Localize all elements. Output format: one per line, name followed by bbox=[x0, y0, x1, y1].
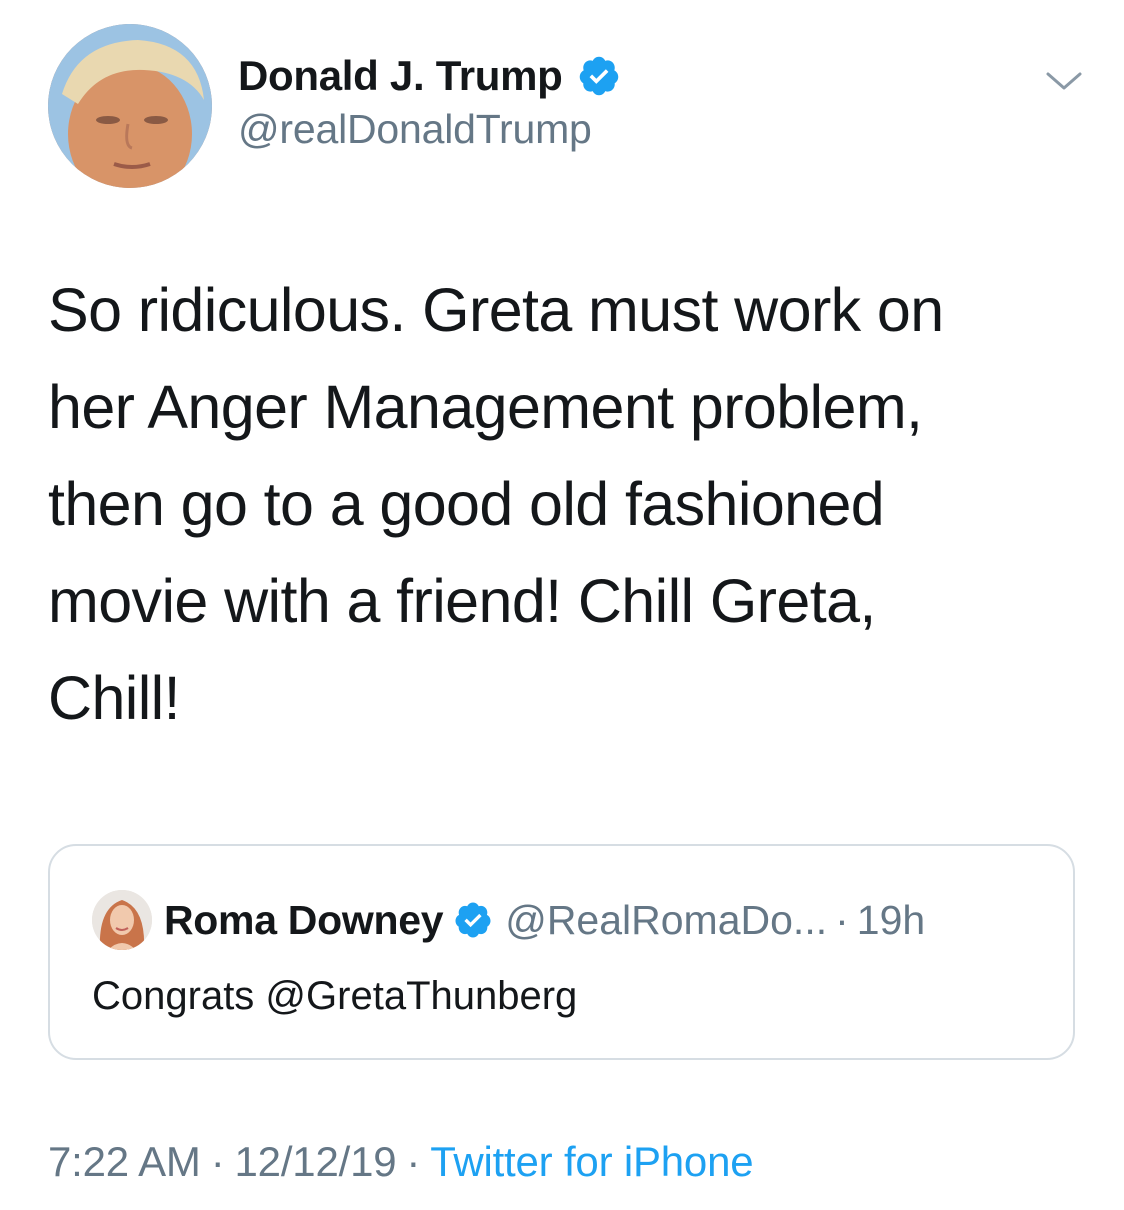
tweet-source-link[interactable]: Twitter for iPhone bbox=[430, 1138, 753, 1185]
quoted-tweet-text: Congrats @GretaThunberg bbox=[92, 974, 578, 1018]
tweet-body: So ridiculous. Greta must work on her An… bbox=[48, 262, 1068, 747]
quoted-tweet-card[interactable]: Roma Downey @RealRomaDo... · 19h Congrat… bbox=[48, 844, 1075, 1060]
author-display-name[interactable]: Donald J. Trump bbox=[238, 52, 563, 100]
tweet-line: So ridiculous. Greta must work on bbox=[48, 276, 944, 344]
tweet-line: her Anger Management problem, bbox=[48, 373, 923, 441]
separator-dot: · bbox=[835, 896, 849, 943]
author-avatar[interactable] bbox=[48, 24, 212, 188]
tweet-line: movie with a friend! Chill Greta, bbox=[48, 567, 876, 635]
tweet-meta: 7:22 AM · 12/12/19 · Twitter for iPhone bbox=[48, 1138, 754, 1186]
separator-dot: · bbox=[210, 1138, 225, 1185]
quoted-author-handle: @RealRomaDo... bbox=[505, 896, 828, 943]
author-name-row[interactable]: Donald J. Trump bbox=[238, 44, 621, 108]
author-handle[interactable]: @realDonaldTrump bbox=[238, 106, 592, 153]
tweet-date: 12/12/19 bbox=[234, 1138, 397, 1185]
chevron-down-icon[interactable] bbox=[1044, 66, 1084, 96]
quoted-author-name: Roma Downey bbox=[164, 896, 444, 943]
quoted-author-avatar bbox=[92, 890, 152, 950]
quoted-tweet-time: 19h bbox=[856, 896, 926, 943]
tweet-line: Chill! bbox=[48, 664, 181, 732]
verified-badge-icon bbox=[455, 902, 491, 938]
verified-badge-icon bbox=[579, 56, 618, 96]
quoted-tweet-header: Roma Downey @RealRomaDo... · 19h bbox=[92, 890, 925, 950]
separator-dot: · bbox=[406, 1138, 421, 1185]
tweet-time: 7:22 AM bbox=[48, 1138, 201, 1185]
tweet-line: then go to a good old fashioned bbox=[48, 470, 885, 538]
